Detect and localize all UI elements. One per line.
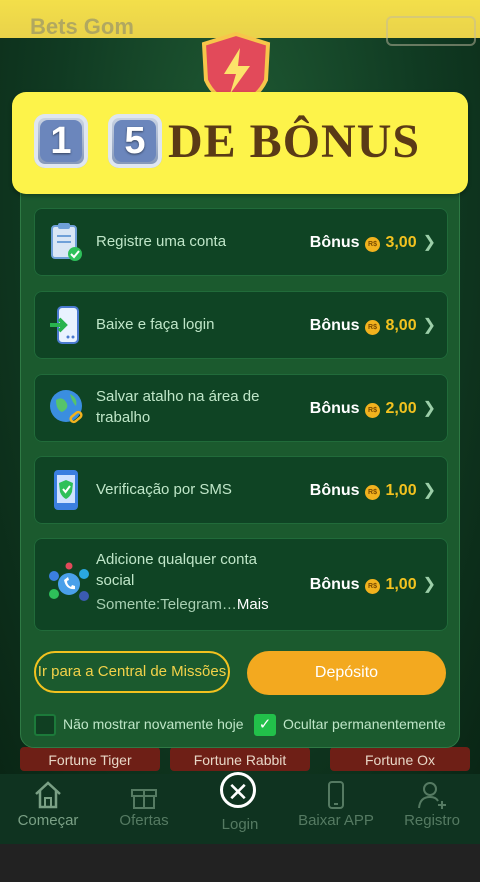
deposit-button[interactable]: Depósito <box>247 651 446 695</box>
globe-link-icon <box>50 390 83 424</box>
chevron-right-icon: ❯ <box>422 576 436 593</box>
bg-game-strip: Fortune Rabbit <box>170 747 310 771</box>
task-reward: Bônus R$ 2,00 ❯ <box>309 400 436 418</box>
system-bar <box>0 844 480 882</box>
task-reward: Bônus R$ 1,00 ❯ <box>309 576 436 594</box>
task-social[interactable]: Adicione qualquer conta social Somente:T… <box>34 538 448 631</box>
task-label: Adicione qualquer conta social <box>96 551 257 589</box>
chevron-right-icon: ❯ <box>422 317 436 334</box>
real-coin-icon: R$ <box>365 579 380 594</box>
digit-badge: 1 <box>34 114 88 168</box>
real-coin-icon: R$ <box>365 485 380 500</box>
phone-icon <box>328 781 344 809</box>
hide-permanently-label: Ocultar permanentemente <box>283 716 446 732</box>
real-coin-icon: R$ <box>365 403 380 418</box>
task-sms-verify[interactable]: Verificação por SMS Bônus R$ 1,00 ❯ <box>34 456 448 524</box>
bg-game-strip: Fortune Ox <box>330 747 470 771</box>
nav-item-baixar-app[interactable]: Baixar APP <box>291 780 381 829</box>
task-subtext: Somente:Telegram…Mais <box>96 596 269 613</box>
close-icon: ✕ <box>227 777 249 807</box>
dont-show-today-label: Não mostrar novamente hoje <box>63 716 244 732</box>
task-download[interactable]: Baixe e faça login Bônus R$ 8,00 ❯ <box>34 291 448 359</box>
digit-badge: 5 <box>108 114 162 168</box>
task-register[interactable]: Registre uma conta Bônus R$ 3,00 ❯ <box>34 208 448 276</box>
task-reward: Bônus R$ 8,00 ❯ <box>309 317 436 335</box>
task-label: Registre uma conta <box>96 233 227 250</box>
bonus-banner: 1 5 DE BÔNUS <box>12 92 468 194</box>
banner-title: DE BÔNUS <box>168 115 421 168</box>
task-label: Salvar atalho na área de trabalho <box>96 388 260 426</box>
user-add-icon <box>418 782 446 809</box>
close-modal-button[interactable]: ✕ <box>220 772 256 808</box>
real-coin-icon: R$ <box>365 237 380 252</box>
header-button <box>386 16 476 46</box>
chevron-right-icon: ❯ <box>422 234 436 251</box>
home-icon <box>35 781 61 809</box>
chevron-right-icon: ❯ <box>422 400 436 417</box>
task-reward: Bônus R$ 1,00 ❯ <box>309 482 436 500</box>
site-logo: Bets Gom <box>30 14 134 39</box>
nav-item-comecar[interactable]: Começar <box>3 780 93 829</box>
clipboard-check-icon <box>51 223 82 261</box>
task-shortcut[interactable]: Salvar atalho na área de trabalho Bônus … <box>34 374 448 442</box>
phone-shield-icon <box>54 470 78 510</box>
phone-download-icon <box>50 306 79 344</box>
task-reward: Bônus R$ 3,00 ❯ <box>309 234 436 252</box>
real-coin-icon: R$ <box>365 320 380 335</box>
task-label: Verificação por SMS <box>96 481 232 498</box>
task-label: Baixe e faça login <box>96 316 215 333</box>
nav-item-registro[interactable]: Registro <box>387 780 477 829</box>
gift-icon <box>131 789 157 809</box>
dont-show-today-checkbox[interactable] <box>34 714 56 736</box>
more-link[interactable]: Mais <box>237 596 269 613</box>
hide-permanently-checkbox[interactable]: ✓ <box>254 714 276 736</box>
mission-center-button[interactable]: Ir para a Central de Missões <box>34 651 230 693</box>
chevron-right-icon: ❯ <box>422 482 436 499</box>
bg-game-strip: Fortune Tiger <box>20 747 160 771</box>
nav-item-login[interactable]: Login <box>195 814 285 833</box>
nav-item-ofertas[interactable]: Ofertas <box>99 780 189 829</box>
social-network-icon <box>49 562 89 601</box>
